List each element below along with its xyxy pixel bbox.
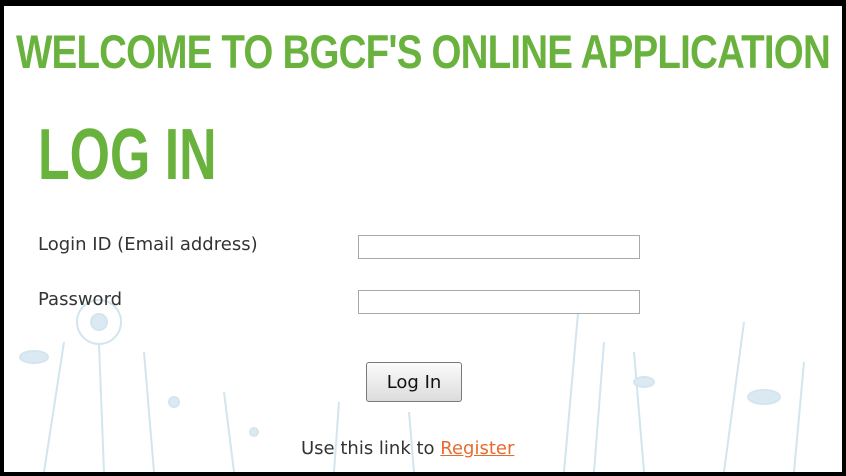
register-prefix-text: Use this link to <box>301 438 435 459</box>
register-link[interactable]: Register <box>440 438 514 459</box>
password-input[interactable] <box>358 290 640 314</box>
login-id-input[interactable] <box>358 235 640 259</box>
login-id-label: Login ID (Email address) <box>38 234 258 255</box>
log-in-button[interactable]: Log In <box>366 362 462 402</box>
page-title: LOG IN <box>38 115 217 195</box>
portal-welcome-banner: WELCOME TO BGCF'S ONLINE APPLICATION POR… <box>16 25 842 78</box>
password-label: Password <box>38 289 123 310</box>
register-line: Use this link to Register <box>301 438 514 459</box>
login-page: WELCOME TO BGCF'S ONLINE APPLICATION POR… <box>0 0 846 476</box>
